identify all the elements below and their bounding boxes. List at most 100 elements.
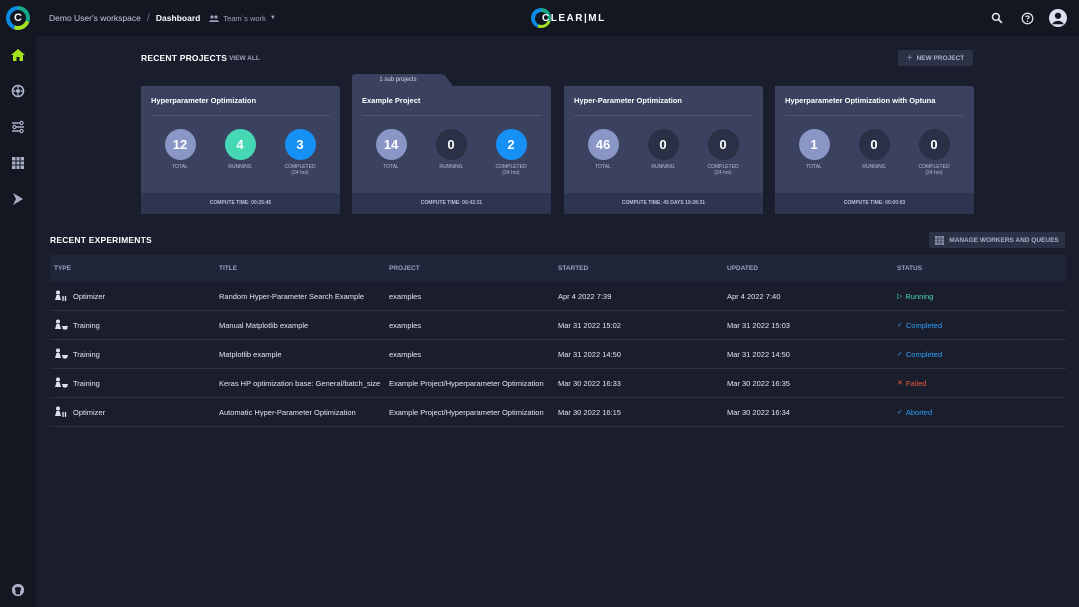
optimizer-icon	[55, 406, 67, 417]
github-icon[interactable]	[11, 583, 25, 597]
project-card[interactable]: Hyper-Parameter Optimization 46 TOTAL 0 RU…	[564, 74, 763, 214]
projects-icon[interactable]	[0, 73, 36, 109]
table-header: TYPE TITLE PROJECT STARTED UPDATED STATU…	[50, 255, 1066, 282]
status-label: Running	[905, 291, 934, 301]
total-count: 1	[798, 129, 830, 160]
experiment-title: Random Hyper-Parameter Search Example	[219, 291, 365, 301]
completed-sub-label: (24 hrs)	[714, 170, 732, 176]
clearml-logo-icon[interactable]: C	[6, 6, 30, 30]
plus-icon: +	[906, 52, 913, 64]
total-label: TOTAL	[383, 164, 399, 170]
aborted-icon: ✓	[897, 409, 903, 416]
team-icon	[209, 14, 220, 22]
running-label: RUNNING	[228, 164, 252, 170]
divider	[574, 115, 753, 116]
experiment-project: examples	[389, 349, 422, 359]
brand-name: CLEAR|ML	[542, 12, 606, 24]
table-row[interactable]: Optimizer Random Hyper-Parameter Search …	[50, 282, 1066, 311]
brand-logo: CLEAR|ML	[531, 7, 606, 29]
experiment-project: Example Project/Hyperparameter Optimizat…	[389, 407, 544, 417]
experiment-project: examples	[389, 320, 422, 330]
home-icon[interactable]	[0, 37, 36, 73]
training-icon	[55, 377, 68, 388]
status-badge: ▷ Running	[897, 292, 1066, 301]
sub-projects-label: 1 sub projects	[379, 77, 417, 83]
manage-workers-button[interactable]: MANAGE WORKERS AND QUEUES	[929, 232, 1065, 248]
compute-time: COMPUTE TIME: 00:42:31	[352, 193, 551, 214]
column-header-status[interactable]: STATUS	[897, 265, 1066, 272]
table-row[interactable]: Optimizer Automatic Hyper-Parameter Opti…	[50, 398, 1066, 427]
status-label: Aborted	[905, 407, 933, 417]
breadcrumb: Demo User's workspace / Dashboard Team`s…	[49, 12, 276, 24]
experiment-type: Optimizer	[73, 407, 106, 417]
completed-sub-label: (24 hrs)	[502, 170, 520, 176]
running-label: RUNNING	[862, 164, 886, 170]
experiment-updated: Mar 30 2022 16:34	[727, 407, 790, 417]
check-icon: ✓	[897, 322, 903, 329]
pipelines-icon[interactable]	[0, 109, 36, 145]
experiment-type: Training	[73, 378, 100, 388]
experiment-project: examples	[389, 291, 422, 301]
experiment-title: Keras HP optimization base: General/batc…	[219, 378, 381, 388]
experiment-title: Matplotlib example	[219, 349, 282, 359]
experiment-type: Training	[73, 349, 100, 359]
experiment-title: Automatic Hyper-Parameter Optimization	[219, 407, 356, 417]
project-card[interactable]: 1 sub projects Example Project 14 TOTAL 0…	[352, 74, 551, 214]
column-header-started[interactable]: STARTED	[558, 265, 727, 272]
new-project-button[interactable]: + NEW PROJECT	[898, 50, 973, 66]
status-label: Completed	[905, 349, 943, 359]
optimizer-icon	[55, 290, 67, 301]
column-header-project[interactable]: PROJECT	[389, 265, 558, 272]
project-card[interactable]: Hyperparameter Optimization with Optuna …	[775, 74, 974, 214]
status-badge: ✓ Aborted	[897, 408, 1066, 417]
column-header-title[interactable]: TITLE	[219, 265, 389, 272]
view-all-link[interactable]: VIEW ALL	[229, 55, 260, 62]
column-header-updated[interactable]: UPDATED	[727, 265, 897, 272]
total-label: TOTAL	[595, 164, 611, 170]
compute-time: COMPUTE TIME: 45 DAYS 19:28:31	[564, 193, 763, 214]
recent-projects-title: RECENT PROJECTS	[141, 53, 228, 63]
table-row[interactable]: Training Matplotlib example examples Mar…	[50, 340, 1066, 369]
experiment-started: Mar 31 2022 15:02	[558, 320, 621, 330]
divider	[785, 115, 964, 116]
running-count: 0	[858, 129, 890, 160]
running-label: RUNNING	[439, 164, 463, 170]
search-icon[interactable]	[989, 10, 1005, 26]
column-header-type[interactable]: TYPE	[50, 265, 219, 272]
user-avatar-icon[interactable]	[1049, 9, 1067, 27]
breadcrumb-separator: /	[146, 12, 150, 24]
datasets-icon[interactable]	[0, 145, 36, 181]
experiment-updated: Mar 31 2022 14:50	[727, 349, 790, 359]
experiment-updated: Mar 30 2022 16:35	[727, 378, 790, 388]
failed-icon: ✕	[897, 380, 903, 387]
running-label: RUNNING	[651, 164, 675, 170]
completed-count: 2	[495, 129, 527, 160]
running-count: 4	[224, 129, 256, 160]
project-card[interactable]: Hyperparameter Optimization 12 TOTAL 4 RUN…	[141, 74, 340, 214]
check-icon: ✓	[897, 351, 903, 358]
workers-icon[interactable]	[0, 181, 36, 217]
completed-sub-label: (24 hrs)	[291, 170, 309, 176]
team-filter-dropdown[interactable]: Team`s work ▼	[209, 13, 276, 23]
experiment-started: Mar 30 2022 16:15	[558, 407, 621, 417]
team-filter-label: Team`s work	[223, 13, 266, 23]
status-badge: ✓ Completed	[897, 350, 1066, 359]
experiment-started: Apr 4 2022 7:39	[558, 291, 612, 301]
compute-time: COMPUTE TIME: 00:00:03	[775, 193, 974, 214]
workspace-link[interactable]: Demo User's workspace	[49, 13, 141, 23]
experiments-table: TYPE TITLE PROJECT STARTED UPDATED STATU…	[50, 255, 1066, 427]
table-row[interactable]: Training Keras HP optimization base: Gen…	[50, 369, 1066, 398]
experiment-type: Training	[73, 320, 100, 330]
project-name: Hyperparameter Optimization with Optuna	[785, 96, 936, 105]
table-row[interactable]: Training Manual Matplotlib example examp…	[50, 311, 1066, 340]
project-name: Example Project	[362, 96, 421, 105]
manage-workers-label: MANAGE WORKERS AND QUEUES	[949, 236, 1059, 244]
completed-sub-label: (24 hrs)	[925, 170, 943, 176]
experiment-type: Optimizer	[73, 291, 106, 301]
completed-count: 0	[707, 129, 739, 160]
compute-time: COMPUTE TIME: 00:25:45	[141, 193, 340, 214]
help-icon[interactable]	[1019, 10, 1035, 26]
recent-experiments-title: RECENT EXPERIMENTS	[50, 235, 152, 245]
completed-count: 3	[284, 129, 316, 160]
status-label: Completed	[905, 320, 943, 330]
